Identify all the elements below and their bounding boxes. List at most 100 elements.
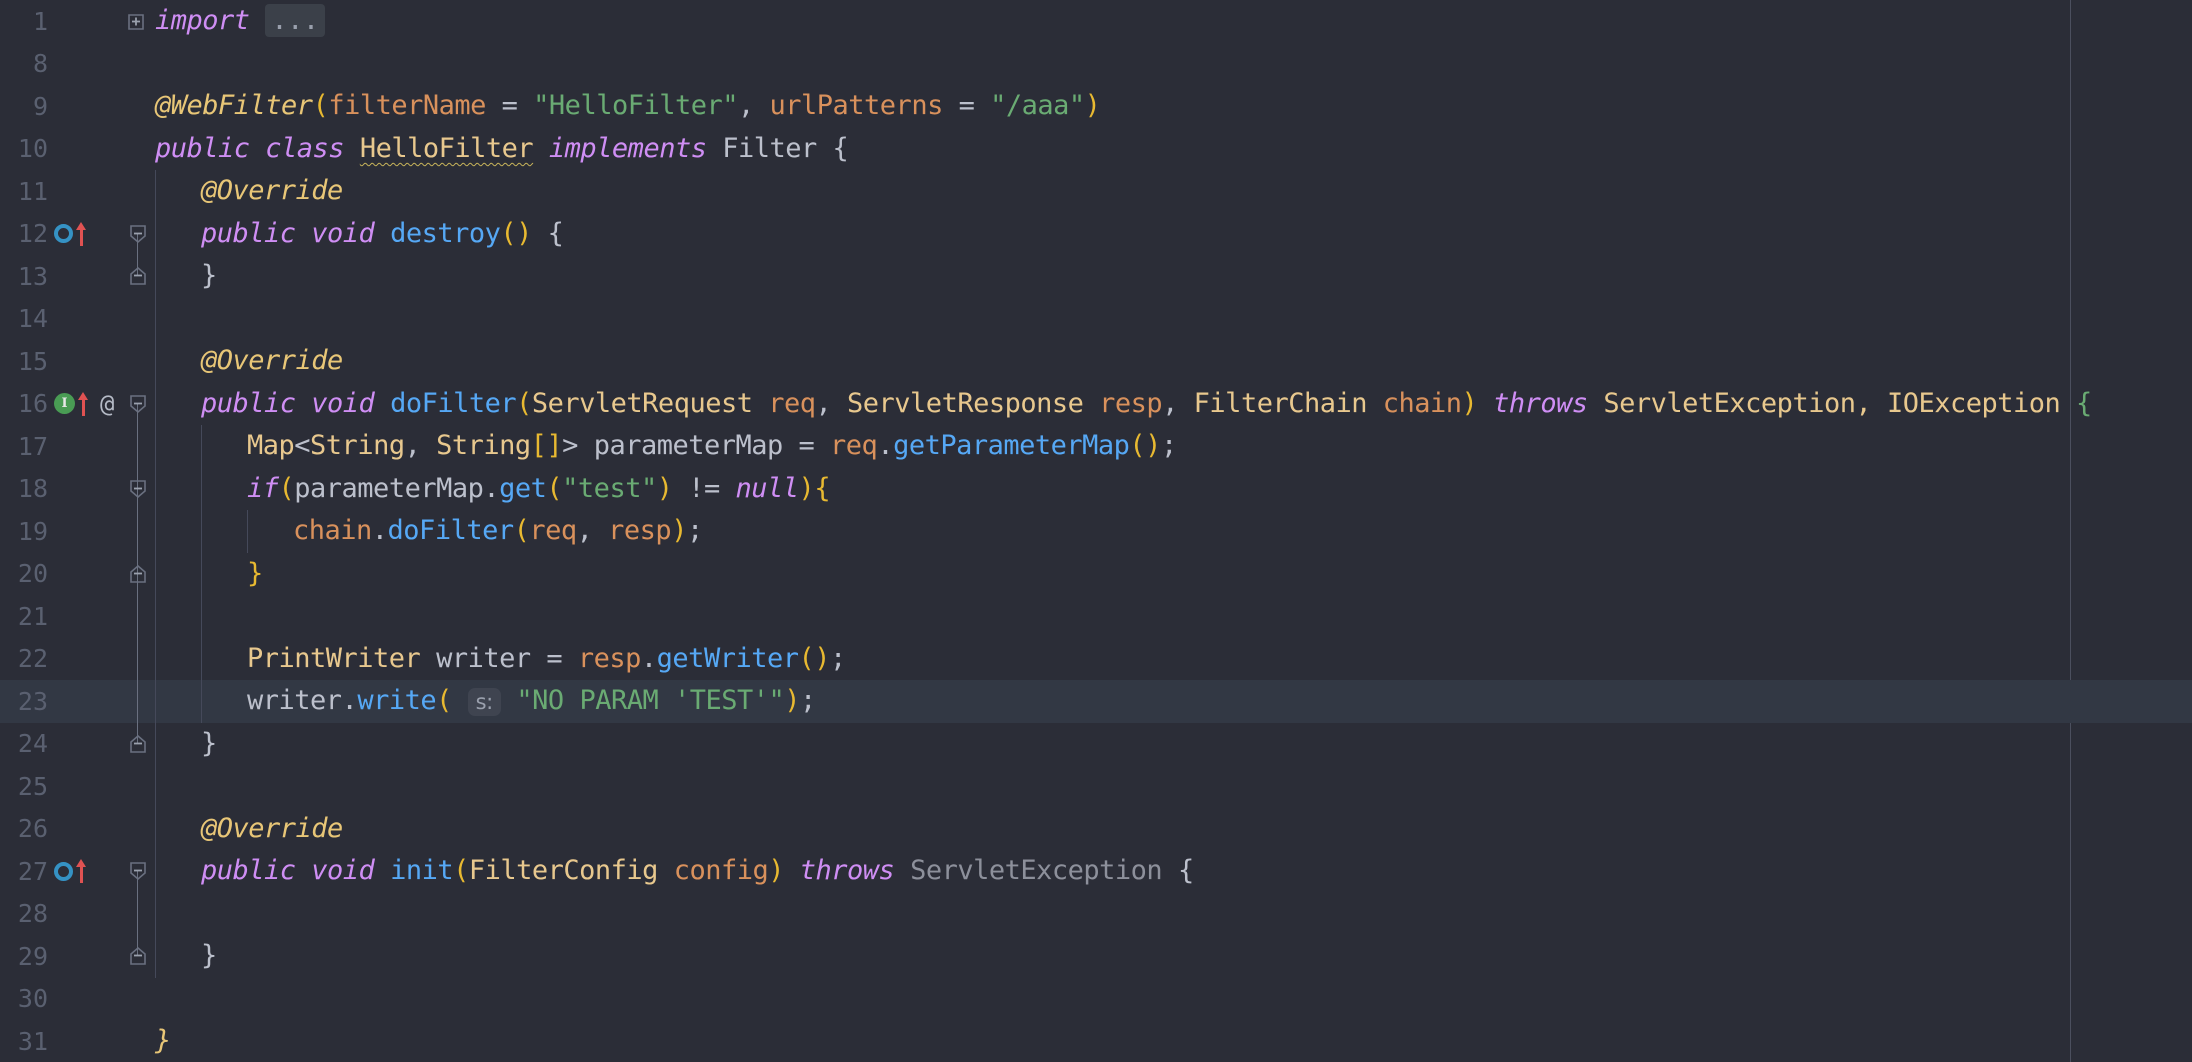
- code-text[interactable]: }: [137, 552, 2192, 595]
- editor-line[interactable]: 21: [0, 595, 2192, 638]
- line-gutter[interactable]: 8: [0, 43, 137, 86]
- line-gutter[interactable]: 22: [0, 637, 138, 680]
- code-text[interactable]: chain.doFilter(req, resp);: [137, 510, 2192, 553]
- editor-line[interactable]: 25: [0, 765, 2192, 808]
- code-text[interactable]: [137, 297, 2192, 340]
- line-gutter[interactable]: 20: [0, 552, 146, 595]
- editor-line[interactable]: 10 public class HelloFilter implements Fi…: [0, 128, 2192, 171]
- code-text[interactable]: import ...: [137, 0, 2192, 43]
- code-text[interactable]: public void init(FilterConfig config) th…: [137, 850, 2192, 893]
- editor-line[interactable]: 24}: [0, 722, 2192, 766]
- indent-guide: [155, 807, 156, 850]
- implemented-icon[interactable]: I: [54, 393, 75, 415]
- code-token: "NO PARAM 'TEST'": [516, 684, 785, 716]
- code-line-content: @WebFilter(filterName = "HelloFilter", u…: [137, 85, 1101, 127]
- code-token: resp: [1099, 387, 1163, 419]
- code-text[interactable]: [137, 43, 2192, 86]
- editor-line[interactable]: 14: [0, 297, 2192, 341]
- code-line-content: @Override: [137, 340, 343, 382]
- line-gutter[interactable]: 28: [0, 892, 138, 935]
- indent-guide: [155, 255, 156, 298]
- code-text[interactable]: @WebFilter(filterName = "HelloFilter", u…: [137, 85, 2192, 128]
- code-text[interactable]: [137, 765, 2192, 808]
- override-icon[interactable]: [54, 224, 73, 244]
- line-gutter[interactable]: 15: [0, 340, 137, 383]
- editor-line[interactable]: 18 if(parameterMap.get("test") != null){: [0, 467, 2192, 510]
- editor-line[interactable]: 30: [0, 978, 2192, 1021]
- editor-line[interactable]: 12 public void destroy() {: [0, 212, 2192, 256]
- line-number: 13: [17, 261, 48, 291]
- code-text[interactable]: }: [137, 722, 2192, 765]
- editor-line[interactable]: 9 @WebFilter(filterName = "HelloFilter", …: [0, 85, 2192, 128]
- at-icon[interactable]: @: [100, 390, 114, 418]
- code-token: .: [640, 642, 657, 674]
- code-text[interactable]: writer.write( s: "NO PARAM 'TEST'");: [137, 680, 2192, 723]
- editor-line[interactable]: 22 PrintWriter writer = resp.getWriter();: [0, 637, 2192, 680]
- code-text[interactable]: @Override: [137, 340, 2192, 383]
- line-gutter[interactable]: 16 I @: [0, 383, 146, 426]
- editor-line[interactable]: 20}: [0, 552, 2192, 595]
- line-gutter[interactable]: 18: [0, 467, 146, 510]
- code-token: getWriter: [656, 642, 799, 674]
- code-line-content: chain.doFilter(req, resp);: [137, 510, 703, 552]
- line-gutter[interactable]: 1: [0, 0, 144, 43]
- code-text[interactable]: @Override: [137, 170, 2192, 213]
- override-icon[interactable]: [54, 861, 73, 881]
- line-gutter[interactable]: 29: [0, 935, 146, 978]
- line-gutter[interactable]: 31: [0, 1020, 137, 1062]
- gutter-icon-group[interactable]: [54, 213, 88, 256]
- gutter-icon-group[interactable]: I @: [54, 383, 114, 426]
- editor-line[interactable]: 23 writer.write( s: "NO PARAM 'TEST'");: [0, 680, 2192, 723]
- code-text[interactable]: public void doFilter(ServletRequest req,…: [137, 382, 2192, 425]
- editor-line[interactable]: 11 @Override: [0, 170, 2192, 213]
- gutter-icon-group[interactable]: [54, 850, 88, 893]
- line-gutter[interactable]: 23: [0, 680, 138, 723]
- line-gutter[interactable]: 27: [0, 850, 146, 893]
- code-text[interactable]: }: [137, 935, 2192, 978]
- line-gutter[interactable]: 9: [0, 85, 137, 128]
- line-gutter[interactable]: 12: [0, 213, 146, 256]
- editor-line[interactable]: 28: [0, 892, 2192, 935]
- line-gutter[interactable]: 10: [0, 128, 137, 171]
- line-gutter[interactable]: 21: [0, 595, 138, 638]
- line-gutter[interactable]: 26: [0, 808, 137, 851]
- code-text[interactable]: PrintWriter writer = resp.getWriter();: [137, 637, 2192, 680]
- code-text[interactable]: }: [137, 255, 2192, 298]
- line-gutter[interactable]: 17: [0, 425, 138, 468]
- editor-line[interactable]: 29}: [0, 935, 2192, 978]
- line-gutter[interactable]: 19: [0, 510, 138, 553]
- code-line-content: @Override: [137, 808, 343, 850]
- editor-line[interactable]: 27 public void init(FilterConfig config) …: [0, 850, 2192, 893]
- code-text[interactable]: [137, 892, 2192, 935]
- editor-line[interactable]: 8: [0, 43, 2192, 86]
- code-text[interactable]: @Override: [137, 807, 2192, 850]
- editor-line[interactable]: 13}: [0, 255, 2192, 298]
- editor-line[interactable]: 17 Map<String, String[]> parameterMap = r…: [0, 425, 2192, 468]
- editor-line[interactable]: 16 I @ public void doFilter(ServletRequest …: [0, 382, 2192, 426]
- code-text[interactable]: [137, 978, 2192, 1021]
- line-gutter[interactable]: 24: [0, 722, 146, 766]
- code-token: []: [530, 430, 563, 462]
- code-text[interactable]: if(parameterMap.get("test") != null){: [137, 467, 2192, 510]
- editor-lines[interactable]: 1 import ... 8 9 @WebFilter(filterName = "He…: [0, 0, 2192, 1062]
- line-gutter[interactable]: 30: [0, 978, 137, 1021]
- code-text[interactable]: Map<String, String[]> parameterMap = req…: [137, 425, 2192, 468]
- line-gutter[interactable]: 14: [0, 298, 137, 341]
- code-text[interactable]: }: [137, 1020, 2192, 1062]
- editor-line[interactable]: 15 @Override: [0, 340, 2192, 383]
- line-gutter[interactable]: 25: [0, 765, 137, 808]
- code-text[interactable]: public class HelloFilter implements Filt…: [137, 128, 2192, 171]
- editor-line[interactable]: 1 import ...: [0, 0, 2192, 43]
- editor-line[interactable]: 26 @Override: [0, 807, 2192, 851]
- line-number: 26: [17, 814, 48, 844]
- editor-line[interactable]: 19 chain.doFilter(req, resp);: [0, 510, 2192, 553]
- line-gutter[interactable]: 11: [0, 170, 137, 213]
- line-gutter[interactable]: 13: [0, 255, 146, 298]
- code-editor[interactable]: 1 import ... 8 9 @WebFilter(filterName = "He…: [0, 0, 2192, 1062]
- editor-line[interactable]: 31}: [0, 1020, 2192, 1062]
- code-text[interactable]: public void destroy() {: [137, 212, 2192, 255]
- code-token: public void: [201, 855, 391, 887]
- code-text[interactable]: [137, 595, 2192, 638]
